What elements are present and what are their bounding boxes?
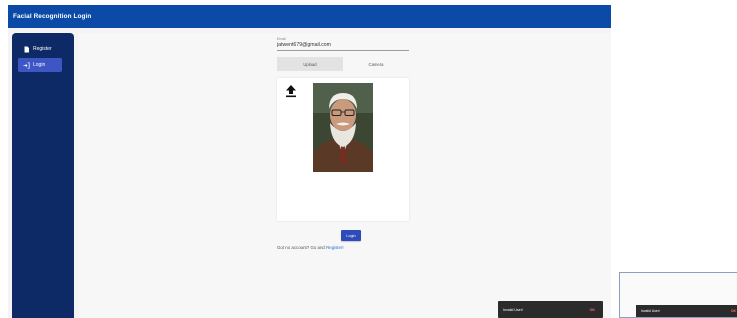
upload-arrow-icon[interactable] <box>285 84 297 98</box>
sidebar-item-register[interactable]: Register <box>18 42 62 56</box>
app-title: Facial Recognition Login <box>13 13 92 20</box>
app-window: Facial Recognition Login Register Login … <box>8 5 611 318</box>
email-field[interactable]: Email jatwent679@gmail.com <box>277 37 409 51</box>
email-label: Email <box>277 37 286 41</box>
main-content: Email jatwent679@gmail.com Upload Camera <box>79 33 611 318</box>
secondary-snackbar-message: Invalid User! <box>641 309 660 313</box>
tab-camera[interactable]: Camera <box>343 57 409 71</box>
upload-card <box>277 78 409 221</box>
register-link[interactable]: Register! <box>326 245 344 250</box>
sidebar-item-login[interactable]: Login <box>18 58 62 72</box>
secondary-snackbar-ok-button[interactable]: OK <box>731 309 736 313</box>
tab-bar: Upload Camera <box>277 57 409 71</box>
sidebar-item-label: Register <box>33 46 52 52</box>
email-input[interactable]: jatwent679@gmail.com <box>277 42 409 51</box>
screen: Facial Recognition Login Register Login … <box>0 0 737 318</box>
sidebar-item-label: Login <box>33 62 46 68</box>
error-snackbar: Invalid User! OK <box>498 301 603 318</box>
signup-text: Got no account? Go and <box>277 245 325 250</box>
snackbar-ok-button[interactable]: OK <box>590 308 595 312</box>
login-button[interactable]: Login <box>341 230 361 241</box>
app-bar: Facial Recognition Login <box>8 5 611 28</box>
login-icon <box>23 61 30 69</box>
signup-prompt: Got no account? Go and Register! <box>277 245 344 250</box>
secondary-window: Invalid User! OK <box>619 272 737 318</box>
uploaded-face-photo <box>313 83 373 172</box>
snackbar-message: Invalid User! <box>503 307 523 312</box>
sidebar: Register Login <box>12 33 74 318</box>
secondary-snackbar: Invalid User! OK <box>636 305 737 317</box>
tab-upload[interactable]: Upload <box>277 57 343 71</box>
person-add-icon <box>23 46 30 53</box>
